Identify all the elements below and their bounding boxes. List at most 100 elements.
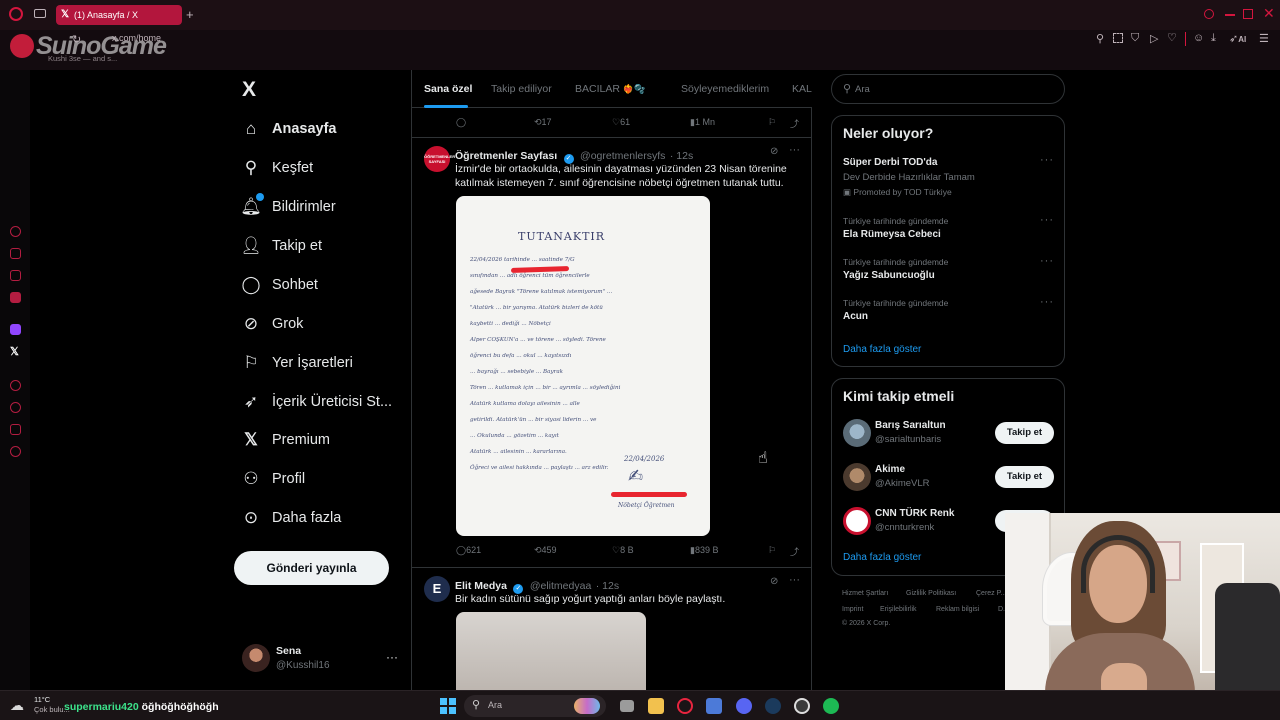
ai-send-icon[interactable]: ➶AI: [1229, 32, 1246, 45]
tweet-author-name[interactable]: Elit Medya: [455, 580, 507, 592]
sidebar-app-icon[interactable]: [10, 226, 21, 237]
nav-item-follow[interactable]: 👤︎ Takip et: [240, 231, 322, 261]
footer-link[interactable]: Imprint: [842, 606, 863, 613]
url-text[interactable]: x.com/home: [112, 33, 161, 43]
weather-icon[interactable]: ☁: [10, 697, 24, 714]
trend-item[interactable]: Türkiye tarihinde gündemde Yağız Sabuncu…: [832, 255, 1064, 285]
screenshot-icon[interactable]: [1113, 33, 1123, 43]
trend-item[interactable]: Süper Derbi TOD'da Dev Derbide Hazırlıkl…: [832, 154, 1064, 202]
views-button[interactable]: ▮ 1 Mn: [690, 117, 715, 128]
nav-item-home[interactable]: ⌂ Anasayfa: [240, 114, 337, 144]
tweet-image[interactable]: TUTANAKTIR 22/04/2026 tarihinde ... saat…: [456, 196, 710, 536]
nav-item-creator-studio[interactable]: ➶ İçerik Üreticisi St...: [240, 387, 392, 417]
nav-item-explore[interactable]: ⚲ Keşfet: [240, 153, 313, 183]
bookmark-snippet[interactable]: Kushi 3se — and s...: [48, 54, 117, 63]
sidebar-app-icon[interactable]: [10, 380, 21, 391]
tweet[interactable]: ÖĞRETMENLER SAYFASI Öğretmenler Sayfası …: [412, 138, 812, 568]
follow-suggestion[interactable]: Barış Sarıaltun @sarialtunbaris Takip et: [832, 417, 1064, 449]
spotify-icon[interactable]: [823, 698, 839, 714]
post-button[interactable]: Gönderi yayınla: [234, 551, 389, 585]
weather-temp[interactable]: 11°C: [34, 695, 50, 704]
trend-more-icon[interactable]: ···: [1040, 255, 1054, 267]
windows-start-icon[interactable]: [440, 698, 456, 714]
close-window-icon[interactable]: ✕: [1263, 5, 1275, 22]
account-icon[interactable]: ☺: [1193, 32, 1204, 44]
sidebar-app-icon[interactable]: [10, 248, 21, 259]
settings-icon[interactable]: [10, 446, 21, 457]
tweet-time[interactable]: · 12s: [596, 580, 619, 592]
tab-bacilar[interactable]: BACILAR ❤️‍🔥🫧: [575, 83, 645, 95]
retweet-button[interactable]: ⟲ 17: [534, 117, 552, 128]
nav-item-bookmarks[interactable]: ⚐ Yer İşaretleri: [240, 348, 353, 378]
trend-more-icon[interactable]: ···: [1040, 296, 1054, 308]
footer-link[interactable]: Çerez P...: [976, 590, 1006, 597]
tweet[interactable]: E Elit Medya ✓ @elitmedyaa · 12s ⊘ ··· B…: [412, 568, 812, 690]
discord-icon[interactable]: [736, 698, 752, 714]
browser-tab[interactable]: 𝕏 (1) Anasayfa / X: [56, 5, 182, 25]
x-logo[interactable]: X: [242, 78, 256, 102]
search-input[interactable]: ⚲ Ara: [831, 74, 1065, 104]
obs-icon[interactable]: [794, 698, 810, 714]
share-icon[interactable]: ⤴: [790, 545, 799, 558]
opera-logo-icon[interactable]: [9, 7, 23, 21]
tab-kal[interactable]: KAL: [792, 83, 812, 95]
trend-item[interactable]: Türkiye tarihinde gündemde Acun ···: [832, 296, 1064, 326]
tweet-time[interactable]: · 12s: [670, 150, 693, 162]
footer-link[interactable]: Hizmet Şartları: [842, 590, 888, 597]
shield-icon[interactable]: ⛉: [1131, 32, 1139, 45]
twitch-icon[interactable]: [10, 324, 21, 335]
search-tabs-icon[interactable]: [1204, 9, 1214, 19]
maximize-icon[interactable]: [1243, 9, 1253, 19]
like-button[interactable]: ♡ 8 B: [612, 545, 634, 556]
app-icon[interactable]: [706, 698, 722, 714]
tab-menu-icon[interactable]: [34, 9, 46, 18]
tab-soyleyemediklerim[interactable]: Söyleyemediklerim: [681, 83, 769, 95]
sidebar-app-icon[interactable]: [10, 424, 21, 435]
tweet-more-icon[interactable]: ···: [789, 574, 800, 586]
new-tab-button[interactable]: +: [186, 7, 194, 22]
opera-gx-icon[interactable]: [677, 698, 693, 714]
account-switcher[interactable]: Sena @Kusshil16 ···: [242, 643, 402, 675]
tweet-author-handle[interactable]: @ogretmenlersyfs: [580, 150, 665, 162]
trend-item[interactable]: Türkiye tarihinde gündemde Ela Rümeysa C…: [832, 214, 1064, 244]
bookmark-icon[interactable]: ⚐: [768, 545, 776, 556]
follow-button[interactable]: Takip et: [995, 466, 1054, 488]
nav-item-notifications[interactable]: 🔔︎ Bildirimler: [240, 192, 336, 222]
footer-link[interactable]: Reklam bilgisi: [936, 606, 979, 613]
follow-suggestion[interactable]: Akime @AkimeVLR Takip et: [832, 461, 1064, 493]
account-more-icon[interactable]: ···: [386, 650, 398, 664]
download-icon[interactable]: ⤓: [1211, 32, 1216, 45]
views-button[interactable]: ▮ 839 B: [690, 545, 718, 556]
reply-icon[interactable]: ◯: [456, 117, 466, 128]
heart-icon[interactable]: ♡: [1167, 31, 1177, 44]
grok-icon[interactable]: ⊘: [770, 576, 778, 587]
trend-more-icon[interactable]: ···: [1040, 154, 1054, 166]
x-sidebar-icon[interactable]: 𝕏: [10, 345, 19, 358]
tab-following[interactable]: Takip ediliyor: [491, 83, 552, 95]
nav-item-profile[interactable]: ⚇ Profil: [240, 464, 305, 494]
bookmark-icon[interactable]: ⚐: [768, 117, 776, 128]
steam-icon[interactable]: [765, 698, 781, 714]
nav-item-chat[interactable]: ◯ Sohbet: [240, 270, 317, 300]
grok-icon[interactable]: ⊘: [770, 146, 778, 157]
show-more-follow-link[interactable]: Daha fazla göster: [843, 552, 921, 563]
retweet-button[interactable]: ⟲ 459: [534, 545, 557, 556]
tweet-author-name[interactable]: Öğretmenler Sayfası: [455, 150, 557, 162]
reload-icon[interactable]: ↻: [72, 33, 81, 46]
footer-link[interactable]: Gizlilik Politikası: [906, 590, 956, 597]
taskbar-search[interactable]: ⚲ Ara: [464, 695, 606, 717]
share-icon[interactable]: ⤴: [790, 117, 799, 130]
footer-link[interactable]: Erişilebilirlik: [880, 606, 917, 613]
tweet-video[interactable]: [456, 612, 646, 690]
file-explorer-icon[interactable]: [648, 698, 664, 714]
minimize-icon[interactable]: [1225, 14, 1235, 16]
nav-item-premium[interactable]: 𝕏 Premium: [240, 425, 330, 455]
menu-icon[interactable]: ☰: [1259, 32, 1269, 45]
follow-button[interactable]: Takip et: [995, 422, 1054, 444]
play-icon[interactable]: ▷: [1150, 32, 1158, 45]
reply-button[interactable]: ◯ 621: [456, 545, 481, 556]
tab-for-you[interactable]: Sana özel: [424, 83, 472, 95]
tweet-author-handle[interactable]: @elitmedyaa: [530, 580, 591, 592]
sidebar-app-icon[interactable]: [10, 270, 21, 281]
trend-more-icon[interactable]: ···: [1040, 214, 1054, 226]
